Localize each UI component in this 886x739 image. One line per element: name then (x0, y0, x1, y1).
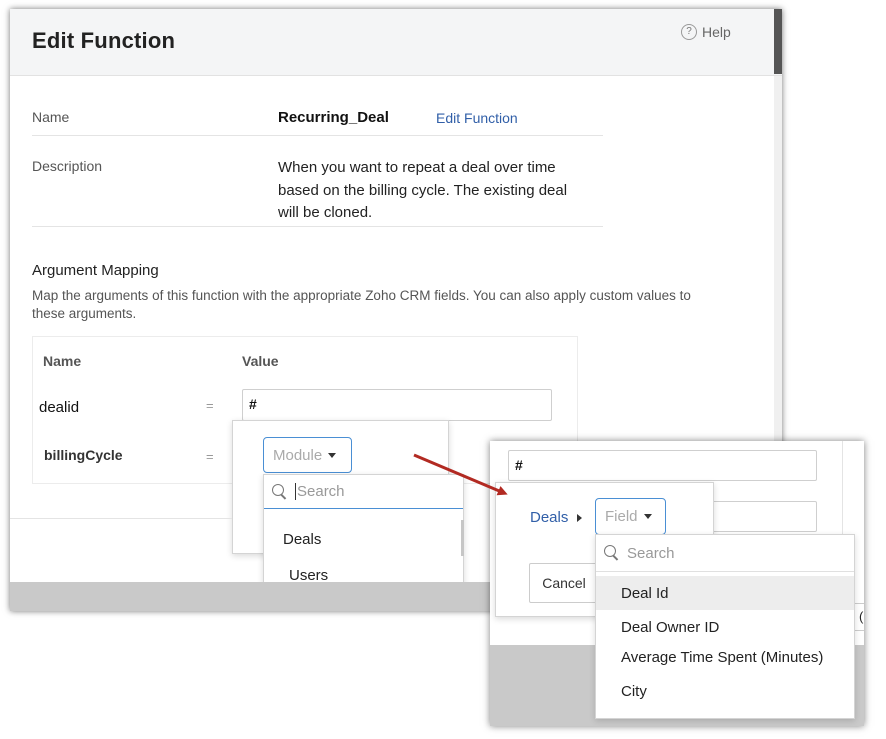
divider (32, 226, 603, 227)
field-option-average-time-spent[interactable]: Average Time Spent (Minutes) (621, 649, 823, 666)
field-option-city[interactable]: City (621, 683, 647, 700)
module-select[interactable]: Module (263, 437, 352, 473)
equals-sign: = (206, 449, 214, 464)
breadcrumb: Deals (530, 509, 583, 526)
column-header-value: Value (242, 353, 279, 369)
cancel-button[interactable]: Cancel (529, 563, 599, 603)
scrollbar-thumb[interactable] (774, 9, 782, 74)
help-link[interactable]: ? Help (681, 24, 731, 40)
description-label: Description (32, 158, 103, 174)
search-icon (604, 545, 620, 561)
equals-sign: = (206, 398, 214, 413)
help-line: Map the arguments of this function with … (32, 288, 691, 303)
module-option-deals[interactable]: Deals (283, 531, 321, 548)
edit-function-link[interactable]: Edit Function (436, 110, 518, 126)
field-dropdown: Search Deal Id Deal Owner ID Average Tim… (595, 534, 855, 719)
module-search-input[interactable]: Search (264, 475, 463, 509)
argument-name-dealid: dealid (39, 399, 80, 416)
description-line: will be cloned. (278, 204, 373, 221)
zoom-value-input[interactable]: # (508, 450, 817, 481)
zoomed-field-picker: ( # Deals Field Cancel Search Deal Id De… (490, 441, 864, 726)
name-label: Name (32, 109, 70, 125)
chevron-right-icon (577, 513, 583, 522)
field-select[interactable]: Field (595, 498, 666, 535)
function-name-value: Recurring_Deal (278, 109, 389, 126)
help-label: Help (702, 24, 731, 40)
search-icon (272, 483, 288, 500)
breadcrumb-module-deals[interactable]: Deals (530, 509, 568, 526)
help-circle-icon: ? (681, 24, 697, 40)
field-option-deal-owner-id[interactable]: Deal Owner ID (621, 619, 719, 636)
description-line: When you want to repeat a deal over time (278, 159, 556, 176)
argument-name-billingcycle: billingCycle (44, 447, 123, 463)
field-option-deal-id[interactable]: Deal Id (621, 585, 669, 602)
module-select-label: Module (273, 446, 323, 464)
search-placeholder: Search (295, 483, 345, 500)
dialog-title: Edit Function (32, 28, 176, 53)
help-line: these arguments. (32, 305, 137, 321)
chevron-down-icon (328, 452, 337, 458)
divider (32, 135, 603, 136)
dealid-value-input[interactable]: # (242, 389, 552, 421)
argument-mapping-help: Map the arguments of this function with … (32, 287, 767, 322)
field-search-input[interactable]: Search (596, 535, 854, 572)
zoom-value-input-2[interactable] (710, 501, 817, 532)
argument-mapping-heading: Argument Mapping (32, 262, 159, 279)
column-header-name: Name (43, 353, 82, 369)
chevron-down-icon (643, 514, 652, 519)
field-select-label: Field (605, 508, 638, 525)
description-text: When you want to repeat a deal over time… (278, 157, 567, 225)
search-placeholder: Search (627, 544, 675, 562)
dropdown-scrollbar[interactable] (461, 520, 464, 556)
footer-divider (10, 518, 232, 519)
description-line: based on the billing cycle. The existing… (278, 181, 568, 199)
